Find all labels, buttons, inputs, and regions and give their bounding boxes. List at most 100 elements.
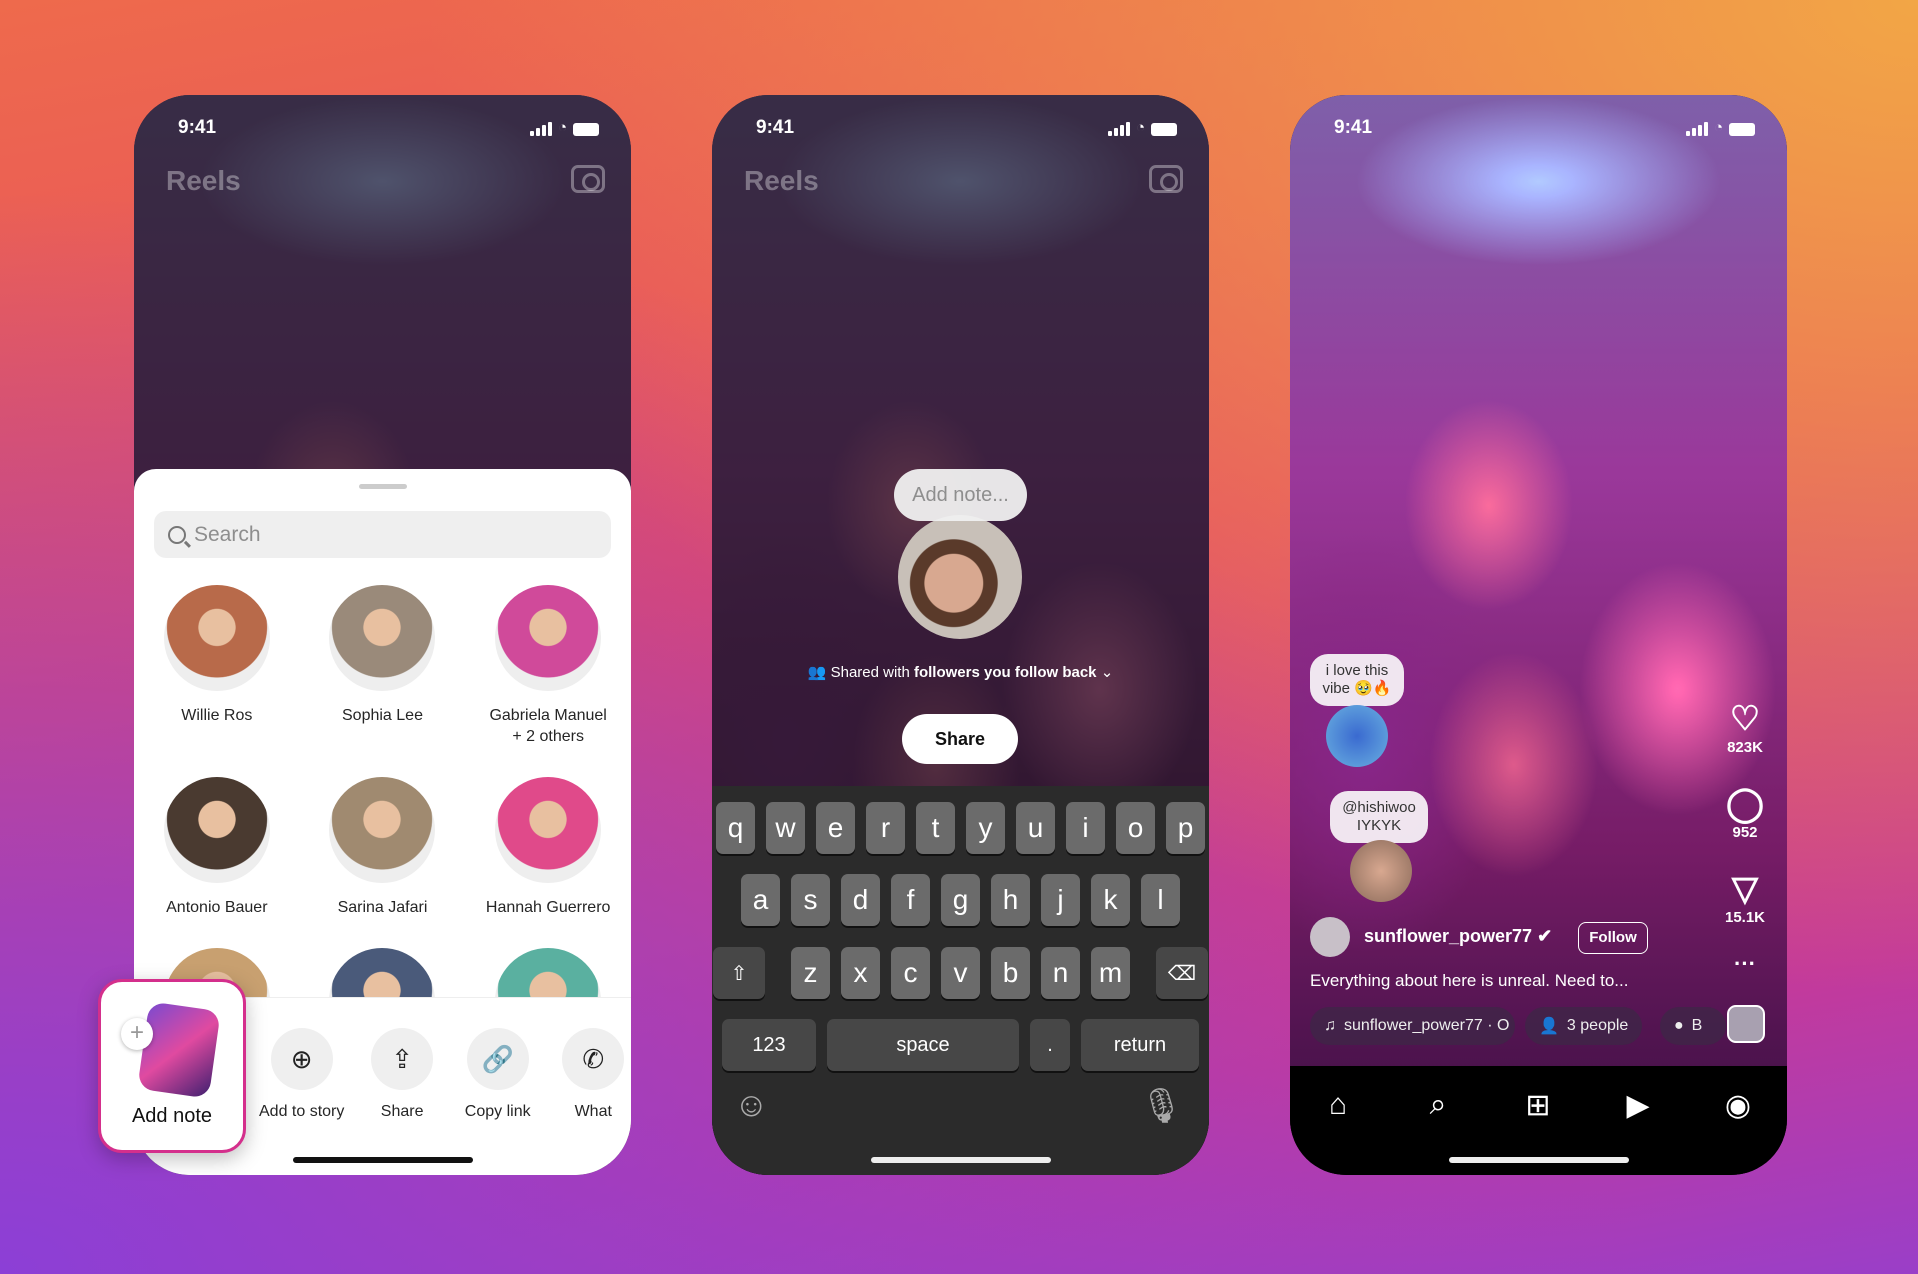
tagged-people-chip[interactable]: 👤 3 people [1525,1007,1643,1045]
space-key[interactable]: space [827,1019,1019,1071]
key-a[interactable]: a [741,874,780,926]
numbers-key[interactable]: 123 [722,1019,816,1071]
avatar [329,585,436,691]
copy-link-button[interactable]: 🔗 Copy link [460,998,536,1175]
location-chip[interactable]: ● B [1660,1007,1726,1045]
location-pin-icon: ● [1674,1017,1684,1034]
search-icon[interactable]: ⌕ [1420,1088,1456,1124]
key-w[interactable]: w [766,802,805,854]
like-count: 823K [1727,739,1763,756]
contact-name: Sophia Lee [342,707,423,724]
key-l[interactable]: l [1141,874,1180,926]
contact-item[interactable]: Willie Ros [134,585,300,747]
contact-item[interactable]: Antonio Bauer [134,777,300,918]
key-g[interactable]: g [941,874,980,926]
key-u[interactable]: u [1016,802,1055,854]
wifi-icon: ◔ [557,119,567,136]
verified-icon: ✔ [1537,926,1553,946]
key-o[interactable]: o [1116,802,1155,854]
key-p[interactable]: p [1166,802,1205,854]
microphone-icon[interactable]: 🎙 [1140,1086,1183,1126]
key-i[interactable]: i [1066,802,1105,854]
period-key[interactable]: . [1030,1019,1070,1071]
status-time: 9:41 [756,117,795,138]
comment-count: 952 [1732,824,1758,841]
home-icon[interactable]: ⌂ [1320,1088,1356,1124]
create-icon[interactable]: ⊞ [1520,1088,1556,1124]
status-time: 9:41 [178,117,217,138]
caption[interactable]: Everything about here is unreal. Need to… [1310,971,1628,991]
note-avatar[interactable] [1326,705,1388,767]
backspace-key[interactable]: ⌫ [1156,947,1208,999]
share-button[interactable]: ⇪ Share [364,998,440,1175]
profile-icon[interactable]: ◉ [1720,1088,1756,1124]
reels-title: Reels [744,165,819,196]
key-j[interactable]: j [1041,874,1080,926]
avatar [495,777,602,883]
key-k[interactable]: k [1091,874,1130,926]
audio-thumbnail[interactable] [1727,1005,1765,1043]
key-m[interactable]: m [1091,947,1130,999]
key-n[interactable]: n [1041,947,1080,999]
key-e[interactable]: e [816,802,855,854]
key-h[interactable]: h [991,874,1030,926]
comment-button[interactable]: ◯ 952 [1721,784,1769,841]
reels-icon[interactable]: ▶ [1620,1088,1656,1124]
key-s[interactable]: s [791,874,830,926]
contact-name: Gabriela Manuel + 2 others [489,707,607,745]
camera-icon[interactable] [571,165,605,193]
note-avatar [898,515,1022,639]
like-button[interactable]: ♡ 823K [1721,699,1769,756]
emoji-icon[interactable]: ☺ [734,1086,769,1125]
note-input[interactable]: Add note... [894,469,1027,521]
key-x[interactable]: x [841,947,880,999]
key-v[interactable]: v [941,947,980,999]
search-input[interactable]: Search [154,511,611,558]
link-icon: 🔗 [466,1028,529,1090]
action-label: Copy link [464,1103,531,1120]
contact-item[interactable]: Sophia Lee [300,585,466,747]
what-button[interactable]: ✆ What [555,998,631,1175]
key-r[interactable]: r [866,802,905,854]
key-b[interactable]: b [991,947,1030,999]
action-label: Add to story [259,1103,345,1120]
follow-button[interactable]: Follow [1578,922,1648,954]
audience-selector[interactable]: 👥 Shared with followers you follow back … [712,663,1209,681]
battery-icon [1729,123,1755,136]
battery-icon [1151,123,1177,136]
key-f[interactable]: f [891,874,930,926]
signal-icon [529,122,552,136]
phone-reel-view: 9:41 ◔ i love this vibe 🥹🔥 @hishiwoo IYK… [1290,95,1787,1175]
key-c[interactable]: c [891,947,930,999]
note-avatar[interactable] [1350,840,1412,902]
key-d[interactable]: d [841,874,880,926]
audio-chip[interactable]: ♫ sunflower_power77 · O [1310,1007,1515,1045]
share-note-button[interactable]: Share [902,714,1018,764]
camera-icon[interactable] [1149,165,1183,193]
key-t[interactable]: t [916,802,955,854]
add-to-story-button[interactable]: ⊕ Add to story [259,998,344,1175]
more-icon[interactable]: ··· [1721,951,1769,977]
status-bar: 9:41 ◔ [712,117,1209,141]
signal-icon [1685,122,1708,136]
sheet-grabber[interactable] [358,484,407,489]
key-q[interactable]: q [716,802,755,854]
person-icon: 👤 [1539,1018,1559,1035]
contact-name: Antonio Bauer [166,899,268,916]
key-z[interactable]: z [791,947,830,999]
bottom-nav: ⌂ ⌕ ⊞ ▶ ◉ [1290,1066,1787,1175]
avatar [329,777,436,883]
author-username[interactable]: sunflower_power77 ✔ [1364,926,1552,947]
contact-item[interactable]: Hannah Guerrero [465,777,631,918]
note-bubble: @hishiwoo IYKYK [1330,791,1428,843]
shift-key[interactable]: ⇧ [713,947,765,999]
contact-item[interactable]: Gabriela Manuel + 2 others [465,585,631,747]
contact-item[interactable]: Sarina Jafari [300,777,466,918]
add-note-button[interactable]: + Add note [98,979,246,1153]
author-avatar[interactable] [1310,917,1350,957]
send-button[interactable]: ▽ 15.1K [1721,869,1769,926]
search-icon [168,525,186,544]
return-key[interactable]: return [1081,1019,1199,1071]
key-y[interactable]: y [966,802,1005,854]
